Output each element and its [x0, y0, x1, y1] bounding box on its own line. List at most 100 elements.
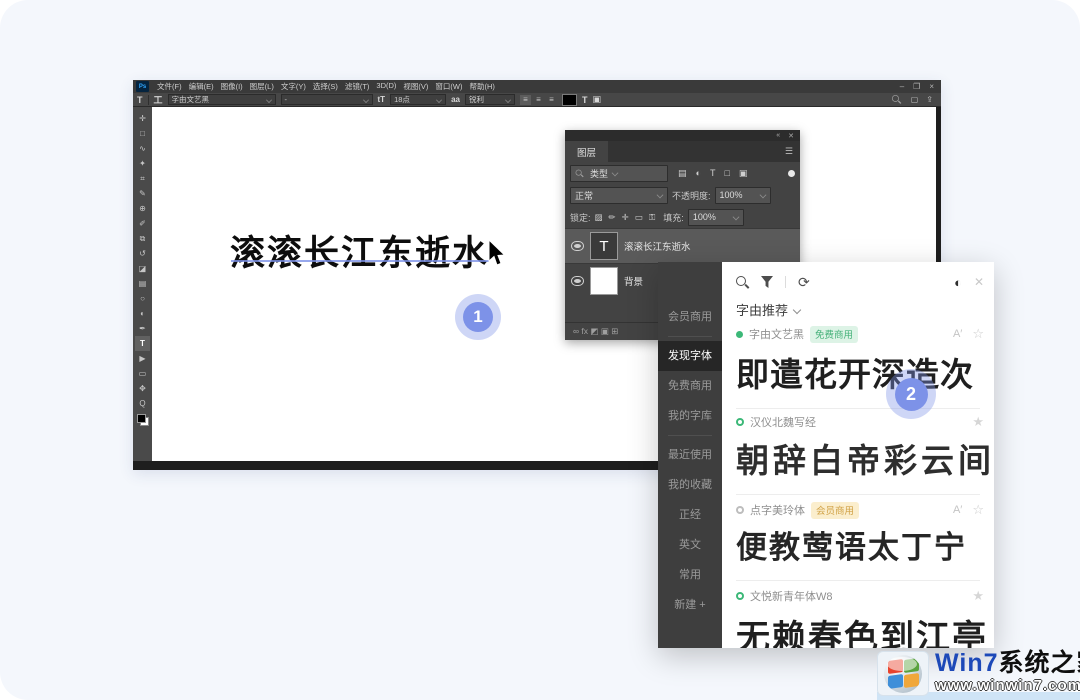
- tool-magic-wand-icon[interactable]: ✦: [135, 156, 150, 171]
- sidebar-item-1[interactable]: 发现字体: [658, 341, 722, 371]
- sidebar-item-7[interactable]: 英文: [658, 530, 722, 560]
- text-orientation-icon[interactable]: 工: [154, 93, 163, 106]
- sidebar-item-6[interactable]: 正经: [658, 500, 722, 530]
- tool-zoom-icon[interactable]: Q: [135, 396, 150, 411]
- tool-history-brush-icon[interactable]: ↺: [135, 246, 150, 261]
- font-sample-text[interactable]: 即遣花开深造次: [736, 348, 974, 396]
- toggle-panels-icon[interactable]: ▣: [592, 94, 601, 105]
- restore-icon[interactable]: ❐: [913, 80, 920, 93]
- menu-item-4[interactable]: 文字(Y): [281, 81, 306, 92]
- layer-filter-icon-0[interactable]: ▤: [678, 168, 687, 179]
- workspace-icon[interactable]: ▢: [911, 95, 919, 104]
- menu-item-9[interactable]: 窗口(W): [435, 81, 462, 92]
- filter-type-select[interactable]: 类型: [570, 165, 668, 182]
- tool-gradient-icon[interactable]: ▤: [135, 276, 150, 291]
- favorite-star-icon[interactable]: ☆: [972, 502, 984, 518]
- font-size-adjust-icon[interactable]: A′: [953, 328, 962, 340]
- menu-item-6[interactable]: 滤镜(T): [345, 81, 370, 92]
- lock-icon-3[interactable]: ▭: [635, 212, 643, 223]
- antialias-select[interactable]: 锐利: [465, 94, 515, 105]
- sidebar-item-2[interactable]: 免费商用: [658, 371, 722, 401]
- font-sample-text[interactable]: 朝辞白帝彩云间: [736, 434, 994, 482]
- sidebar-item-9[interactable]: 新建 +: [658, 590, 722, 620]
- filter-funnel-icon[interactable]: [761, 276, 773, 288]
- menu-item-7[interactable]: 3D(D): [376, 81, 396, 92]
- layer-filter-icon-4[interactable]: ▣: [739, 168, 748, 179]
- font-sample-text[interactable]: 无赖春色到江亭: [736, 610, 988, 648]
- tool-shape-icon[interactable]: ▭: [135, 366, 150, 381]
- panel-menu-icon[interactable]: ☰: [785, 146, 793, 157]
- visibility-eye-icon[interactable]: [571, 241, 584, 251]
- tool-blur-icon[interactable]: ○: [135, 291, 150, 306]
- fill-select[interactable]: 100%: [688, 209, 744, 226]
- layer-name[interactable]: 背景: [624, 274, 643, 288]
- close-icon[interactable]: ×: [929, 80, 934, 93]
- lock-icon-4[interactable]: ⚿: [649, 212, 655, 223]
- tab-layers[interactable]: 图层: [565, 141, 608, 162]
- text-layer-thumbnail[interactable]: T: [591, 233, 617, 259]
- align-center-icon[interactable]: ≡: [533, 95, 544, 105]
- font-sample-text[interactable]: 便教莺语太丁宁: [736, 522, 967, 567]
- align-left-icon[interactable]: ≡: [520, 95, 531, 105]
- search-icon[interactable]: [736, 276, 749, 289]
- sidebar-item-0[interactable]: 会员商用: [658, 302, 722, 332]
- refresh-icon[interactable]: ⟳: [798, 276, 810, 288]
- close-icon[interactable]: ✕: [974, 275, 984, 289]
- tool-move-icon[interactable]: ✛: [135, 111, 150, 126]
- search-icon[interactable]: [892, 95, 901, 104]
- menu-item-1[interactable]: 编辑(E): [189, 81, 214, 92]
- font-name[interactable]: 点字美玲体: [750, 502, 805, 518]
- minimize-icon[interactable]: –: [900, 80, 904, 93]
- tool-clone-stamp-icon[interactable]: ⧉: [135, 231, 150, 246]
- lock-icon-2[interactable]: ✛: [622, 212, 629, 223]
- visibility-eye-icon[interactable]: [571, 276, 584, 286]
- menu-item-5[interactable]: 选择(S): [313, 81, 338, 92]
- filter-pin-icon[interactable]: [788, 170, 795, 177]
- collapse-panel-icon[interactable]: «: [776, 132, 780, 139]
- font-size-select[interactable]: 18点: [390, 94, 446, 105]
- favorite-star-icon[interactable]: ★: [972, 588, 984, 604]
- tool-healing-icon[interactable]: ⊕: [135, 201, 150, 216]
- menu-item-8[interactable]: 视图(V): [403, 81, 428, 92]
- tool-crop-icon[interactable]: ⌗: [135, 171, 150, 186]
- close-panel-icon[interactable]: ✕: [788, 132, 794, 140]
- font-name[interactable]: 字由文艺黑: [749, 326, 804, 342]
- type-tool-icon[interactable]: T: [137, 95, 143, 105]
- tool-pen-icon[interactable]: ✒: [135, 321, 150, 336]
- favorite-star-icon[interactable]: ☆: [972, 326, 984, 342]
- font-name[interactable]: 文悦新青年体W8: [750, 588, 833, 604]
- opacity-select[interactable]: 100%: [715, 187, 771, 204]
- tool-brush-icon[interactable]: ✐: [135, 216, 150, 231]
- foreground-background-swatches[interactable]: [137, 414, 149, 426]
- sidebar-item-5[interactable]: 我的收藏: [658, 470, 722, 500]
- font-name[interactable]: 汉仪北魏写经: [750, 414, 816, 430]
- tool-dodge-icon[interactable]: ◐: [135, 306, 150, 321]
- layer-filter-icon-2[interactable]: T: [710, 168, 716, 178]
- menu-item-0[interactable]: 文件(F): [157, 81, 182, 92]
- tool-eraser-icon[interactable]: ◪: [135, 261, 150, 276]
- sidebar-item-4[interactable]: 最近使用: [658, 440, 722, 470]
- font-size-adjust-icon[interactable]: A′: [953, 504, 962, 516]
- menu-item-3[interactable]: 图层(L): [250, 81, 274, 92]
- layer-filter-icon-1[interactable]: ◐: [696, 168, 701, 178]
- layer-name[interactable]: 滚滚长江东逝水: [624, 239, 691, 253]
- layer-row-text[interactable]: T 滚滚长江东逝水: [565, 228, 800, 263]
- favorite-star-icon[interactable]: ★: [972, 414, 984, 430]
- share-icon[interactable]: ⇪: [926, 95, 933, 104]
- sidebar-item-8[interactable]: 常用: [658, 560, 722, 590]
- tool-marquee-icon[interactable]: □: [135, 126, 150, 141]
- tool-lasso-icon[interactable]: ∿: [135, 141, 150, 156]
- lock-icon-1[interactable]: ✏: [609, 212, 616, 223]
- font-family-select[interactable]: 字由文艺黑: [168, 94, 276, 105]
- menu-item-10[interactable]: 帮助(H): [470, 81, 495, 92]
- tool-eyedropper-icon[interactable]: ✎: [135, 186, 150, 201]
- text-color-swatch[interactable]: [562, 94, 577, 106]
- align-right-icon[interactable]: ≡: [546, 95, 557, 105]
- sidebar-item-3[interactable]: 我的字库: [658, 401, 722, 431]
- theme-toggle-icon[interactable]: ◐: [954, 275, 962, 290]
- category-dropdown[interactable]: 字由推荐: [736, 300, 800, 319]
- tool-hand-icon[interactable]: ✥: [135, 381, 150, 396]
- menu-item-2[interactable]: 图像(I): [221, 81, 243, 92]
- canvas-text[interactable]: 滚滚长江东逝水: [230, 225, 489, 276]
- tool-path-select-icon[interactable]: ▶: [135, 351, 150, 366]
